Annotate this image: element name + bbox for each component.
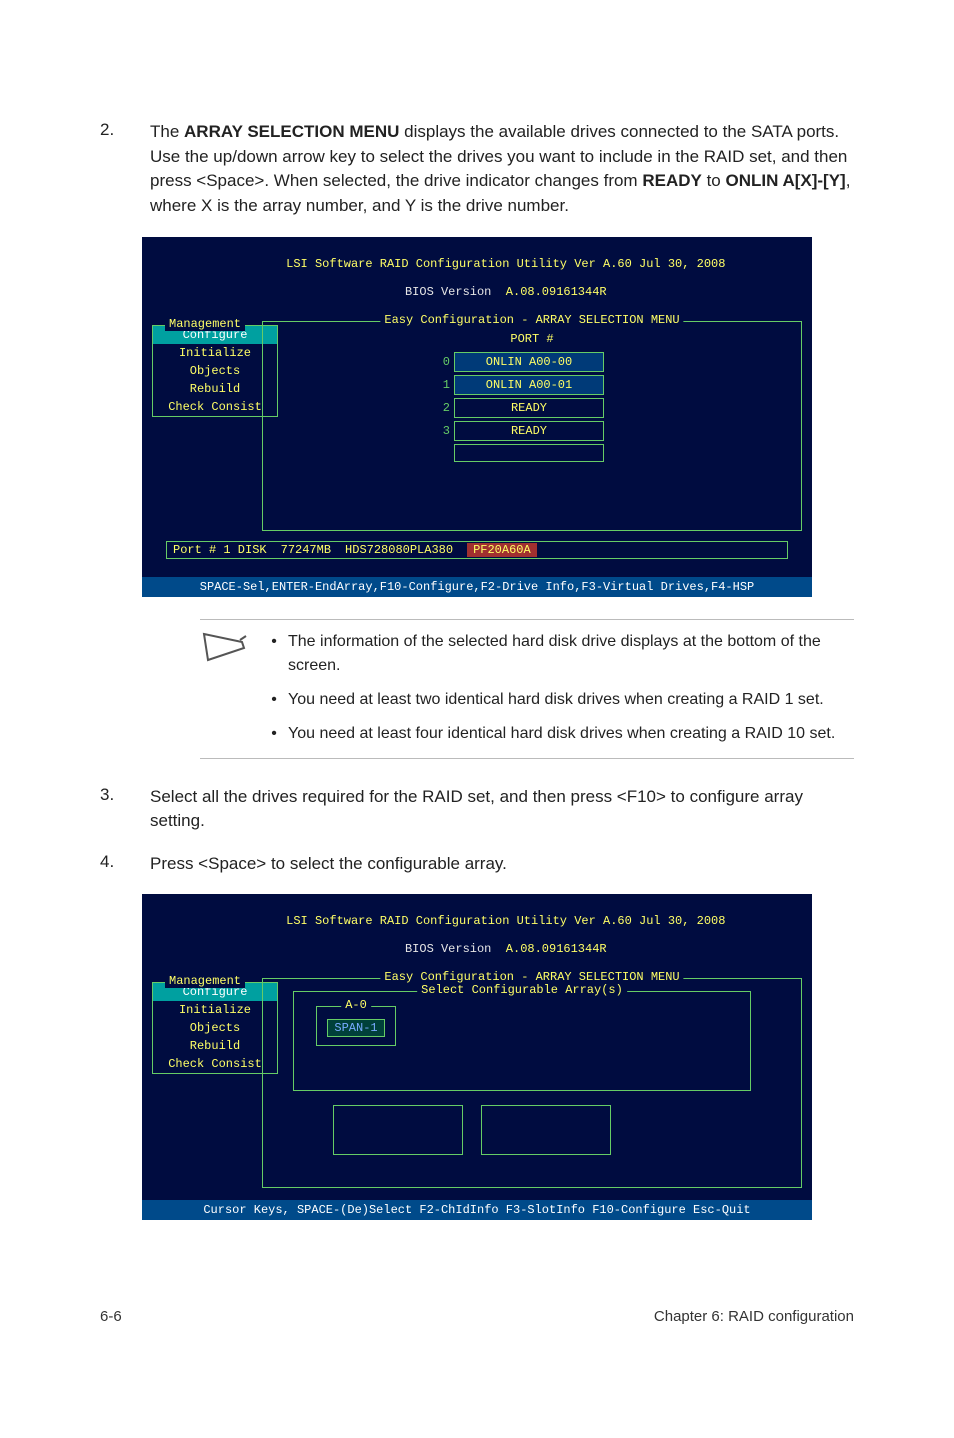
sidebar-item-rebuild[interactable]: Rebuild — [153, 1037, 277, 1055]
page-footer: 6-6 Chapter 6: RAID configuration — [100, 1300, 854, 1355]
bios2-span-box: SPAN-1 — [327, 1019, 384, 1037]
drive-cell-1: ONLIN A00-01 — [454, 375, 604, 395]
bios1-sidebar: Management Configure Initialize Objects … — [152, 325, 278, 417]
note-rule-bottom — [200, 758, 854, 759]
bios1-frame-title: Easy Configuration - ARRAY SELECTION MEN… — [380, 313, 683, 327]
bios1-port-header: PORT # — [263, 332, 801, 346]
drive-cell-2: READY — [454, 398, 604, 418]
drive-empty-slot — [454, 444, 604, 462]
bios2-title-line2b: A.08.09161344R — [506, 942, 607, 956]
step-3-number: 3. — [100, 785, 150, 834]
drive-num-0: 0 — [432, 355, 450, 369]
bios2-a0-frame[interactable]: A-0 SPAN-1 — [316, 1006, 396, 1046]
bios1-title-line2a: BIOS Version — [405, 285, 506, 299]
bios1-drive-list: 0 ONLIN A00-00 1 ONLIN A00-01 2 READY — [432, 352, 632, 462]
bios1-array-selection-frame: Easy Configuration - ARRAY SELECTION MEN… — [262, 321, 802, 531]
step2-t3: to — [702, 171, 726, 190]
step-2: 2. The ARRAY SELECTION MENU displays the… — [100, 120, 854, 219]
bios2-sidebar-header: Management — [165, 974, 245, 988]
drive-row-2[interactable]: 2 READY — [432, 398, 632, 418]
bios1-status-line: Port # 1 DISK 77247MB HDS728080PLA380 PF… — [166, 541, 788, 559]
sidebar-item-check-consist[interactable]: Check Consist — [153, 398, 277, 416]
bios1-title: LSI Software RAID Configuration Utility … — [142, 237, 812, 315]
bios-screenshot-2: LSI Software RAID Configuration Utility … — [142, 894, 812, 1220]
bios1-sidebar-header: Management — [165, 317, 245, 331]
step-3-body: Select all the drives required for the R… — [150, 785, 854, 834]
drive-cell-0: ONLIN A00-00 — [454, 352, 604, 372]
sidebar-item-initialize[interactable]: Initialize — [153, 1001, 277, 1019]
step2-b1: ARRAY SELECTION MENU — [184, 122, 399, 141]
step-2-number: 2. — [100, 120, 150, 219]
drive-row-3[interactable]: 3 READY — [432, 421, 632, 441]
empty-box-2 — [481, 1105, 611, 1155]
bios2-footer: Cursor Keys, SPACE-(De)Select F2-ChIdInf… — [142, 1200, 812, 1220]
sidebar-item-objects[interactable]: Objects — [153, 1019, 277, 1037]
page-number: 6-6 — [100, 1308, 122, 1325]
status-port: Port # 1 DISK — [173, 543, 267, 557]
note-icon — [200, 630, 260, 756]
bios2-empty-boxes — [333, 1105, 801, 1155]
status-model: HDS728080PLA380 — [345, 543, 453, 557]
drive-row-0[interactable]: 0 ONLIN A00-00 — [432, 352, 632, 372]
empty-box-1 — [333, 1105, 463, 1155]
bullet-dot: • — [260, 630, 288, 678]
bios1-title-line2b: A.08.09161344R — [506, 285, 607, 299]
note-block: •The information of the selected hard di… — [200, 619, 854, 759]
step2-b2: READY — [642, 171, 702, 190]
drive-row-1[interactable]: 1 ONLIN A00-01 — [432, 375, 632, 395]
sidebar-item-check-consist[interactable]: Check Consist — [153, 1055, 277, 1073]
note-text-3: You need at least four identical hard di… — [288, 722, 854, 746]
step2-t1: The — [150, 122, 184, 141]
step-4-body: Press <Space> to select the configurable… — [150, 852, 854, 877]
step2-b3: ONLIN A[X]-[Y] — [725, 171, 845, 190]
note-bullet-2: •You need at least two identical hard di… — [260, 688, 854, 712]
bios2-sidebar: Management Configure Initialize Objects … — [152, 982, 278, 1074]
bios2-title-line2a: BIOS Version — [405, 942, 506, 956]
drive-num-3: 3 — [432, 424, 450, 438]
note-rule-top — [200, 619, 854, 620]
drive-num-1: 1 — [432, 378, 450, 392]
drive-num-2: 2 — [432, 401, 450, 415]
bios-screenshot-1: LSI Software RAID Configuration Utility … — [142, 237, 812, 597]
step-2-body: The ARRAY SELECTION MENU displays the av… — [150, 120, 854, 219]
note-bullet-3: •You need at least four identical hard d… — [260, 722, 854, 746]
bullet-dot: • — [260, 688, 288, 712]
step-3: 3. Select all the drives required for th… — [100, 785, 854, 834]
bullet-dot: • — [260, 722, 288, 746]
sidebar-item-rebuild[interactable]: Rebuild — [153, 380, 277, 398]
bios2-inner-frame: Select Configurable Array(s) A-0 SPAN-1 — [293, 991, 751, 1091]
status-size: 77247MB — [281, 543, 331, 557]
drive-cell-3: READY — [454, 421, 604, 441]
note-text-1: The information of the selected hard dis… — [288, 630, 854, 678]
bios2-frame-title: Easy Configuration - ARRAY SELECTION MEN… — [380, 970, 683, 984]
bios1-footer: SPACE-Sel,ENTER-EndArray,F10-Configure,F… — [142, 577, 812, 597]
sidebar-item-objects[interactable]: Objects — [153, 362, 277, 380]
note-bullet-1: •The information of the selected hard di… — [260, 630, 854, 678]
bios2-array-selection-frame: Easy Configuration - ARRAY SELECTION MEN… — [262, 978, 802, 1188]
bios1-title-line1: LSI Software RAID Configuration Utility … — [286, 257, 725, 271]
chapter-title: Chapter 6: RAID configuration — [654, 1308, 854, 1325]
status-pf: PF20A60A — [467, 543, 537, 557]
note-text-2: You need at least two identical hard dis… — [288, 688, 854, 712]
step-4-number: 4. — [100, 852, 150, 877]
bios2-a0-title: A-0 — [341, 998, 371, 1012]
step-4: 4. Press <Space> to select the configura… — [100, 852, 854, 877]
bios2-title-line1: LSI Software RAID Configuration Utility … — [286, 914, 725, 928]
sidebar-item-initialize[interactable]: Initialize — [153, 344, 277, 362]
bios2-inner-title: Select Configurable Array(s) — [417, 983, 627, 997]
bios2-title: LSI Software RAID Configuration Utility … — [142, 894, 812, 972]
